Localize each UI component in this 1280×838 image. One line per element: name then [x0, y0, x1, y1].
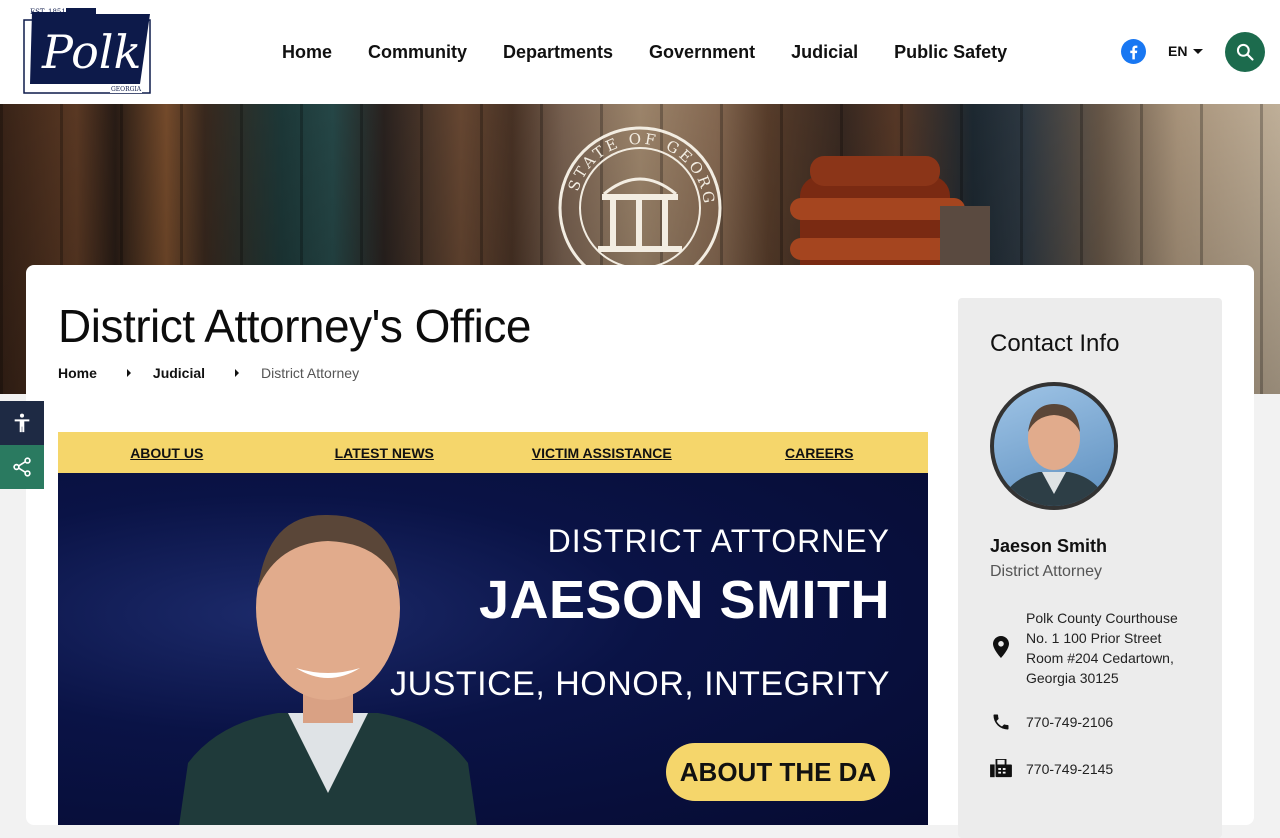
- breadcrumb-separator-icon: [126, 369, 131, 377]
- breadcrumb-home[interactable]: Home: [58, 365, 97, 381]
- breadcrumb-current: District Attorney: [261, 365, 360, 381]
- banner-tagline: JUSTICE, HONOR, INTEGRITY: [390, 665, 890, 703]
- logo-state: GEORGIA: [110, 86, 143, 93]
- search-icon: [1236, 43, 1254, 61]
- language-label: EN: [1168, 43, 1188, 59]
- subnav-about-us[interactable]: ABOUT US: [58, 445, 276, 461]
- nav-departments[interactable]: Departments: [503, 42, 613, 63]
- logo-est: EST. 1851: [30, 8, 66, 16]
- nav-government[interactable]: Government: [649, 42, 755, 63]
- contact-name: Jaeson Smith: [990, 536, 1108, 556]
- nav-community[interactable]: Community: [368, 42, 467, 63]
- section-subnav: ABOUT US LATEST NEWS VICTIM ASSISTANCE C…: [58, 432, 928, 473]
- address-line: Georgia 30125: [1026, 670, 1119, 686]
- contact-address: Polk County Courthouse No. 1 100 Prior S…: [1026, 608, 1196, 688]
- address-line: Room #204 Cedartown,: [1026, 650, 1174, 666]
- address-line: No. 1 100 Prior Street: [1026, 630, 1162, 646]
- subnav-careers[interactable]: CAREERS: [711, 445, 929, 461]
- contact-title: Contact Info: [990, 330, 1120, 357]
- caret-down-icon: [1193, 48, 1204, 54]
- nav-judicial[interactable]: Judicial: [791, 42, 858, 63]
- breadcrumb: Home Judicial District Attorney: [58, 365, 359, 381]
- nav-home[interactable]: Home: [282, 42, 332, 63]
- contact-phone[interactable]: 770-749-2106: [1026, 712, 1196, 732]
- content-card: District Attorney's Office Home Judicial…: [26, 265, 1254, 838]
- facebook-icon[interactable]: [1121, 39, 1146, 64]
- da-portrait-image: [179, 514, 477, 825]
- polk-county-logo[interactable]: Polk EST. 1851 GEORGIA: [22, 6, 154, 96]
- banner-name: JAESON SMITH: [478, 570, 890, 630]
- about-the-da-button[interactable]: ABOUT THE DA: [666, 743, 890, 801]
- share-button[interactable]: [0, 445, 44, 489]
- language-selector[interactable]: EN: [1168, 43, 1204, 59]
- avatar: [990, 382, 1118, 510]
- contact-role: District Attorney: [990, 563, 1103, 580]
- subnav-victim-assistance[interactable]: VICTIM ASSISTANCE: [493, 445, 711, 461]
- search-button[interactable]: [1225, 32, 1265, 72]
- site-header: Polk EST. 1851 GEORGIA Home Community De…: [0, 0, 1280, 104]
- banner-title-line: DISTRICT ATTORNEY: [547, 523, 890, 559]
- page-title: District Attorney's Office: [58, 300, 531, 352]
- main-navigation: Home Community Departments Government Ju…: [264, 0, 1025, 104]
- svg-text:Polk: Polk: [41, 25, 141, 79]
- contact-info-panel: Contact Info Jaeson Smith District Attor…: [958, 298, 1222, 838]
- district-attorney-banner: DISTRICT ATTORNEY JAESON SMITH JUSTICE, …: [58, 473, 928, 825]
- address-line: Polk County Courthouse: [1026, 610, 1178, 626]
- accessibility-icon: [14, 413, 30, 433]
- nav-public-safety[interactable]: Public Safety: [894, 42, 1007, 63]
- breadcrumb-judicial[interactable]: Judicial: [153, 365, 205, 381]
- breadcrumb-separator-icon: [235, 369, 240, 377]
- contact-fax[interactable]: 770-749-2145: [1026, 759, 1196, 779]
- accessibility-button[interactable]: [0, 401, 44, 445]
- fax-icon: [990, 758, 1012, 780]
- subnav-latest-news[interactable]: LATEST NEWS: [276, 445, 494, 461]
- phone-icon: [990, 711, 1012, 733]
- map-pin-icon: [990, 636, 1012, 658]
- share-icon: [13, 457, 31, 477]
